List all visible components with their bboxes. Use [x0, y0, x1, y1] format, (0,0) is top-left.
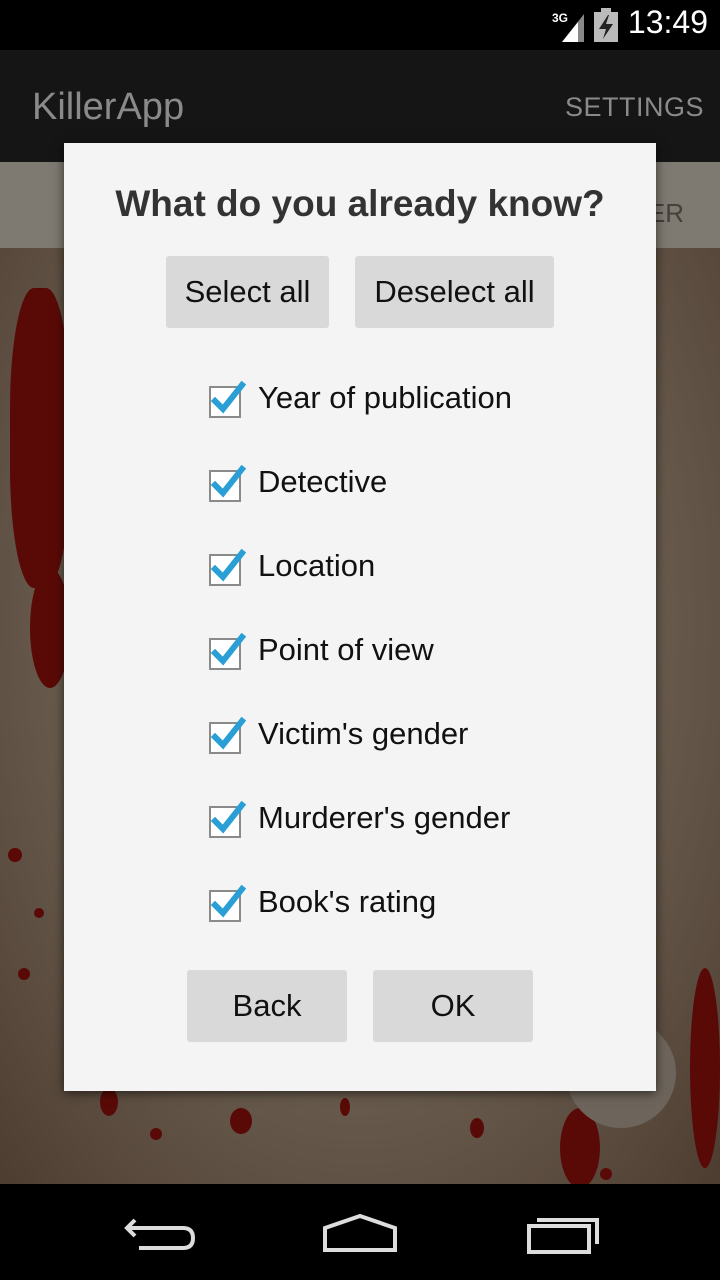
- option-row[interactable]: Point of view: [208, 620, 434, 680]
- recents-icon[interactable]: [507, 1202, 617, 1262]
- clock: 13:49: [627, 4, 708, 40]
- select-all-button[interactable]: Select all: [166, 256, 329, 328]
- status-bar: 3G 13:49: [0, 0, 720, 50]
- checkbox[interactable]: [208, 380, 247, 418]
- signal-icon: 3G: [552, 11, 584, 42]
- checkmark-icon: [209, 632, 247, 670]
- option-label: Victim's gender: [258, 716, 469, 751]
- checkmark-icon: [209, 716, 247, 754]
- checkbox[interactable]: [208, 464, 247, 502]
- checkbox[interactable]: [208, 716, 247, 754]
- option-row[interactable]: Year of publication: [208, 368, 512, 428]
- checkbox[interactable]: [208, 632, 247, 670]
- back-button[interactable]: Back: [187, 970, 347, 1042]
- battery-charging-icon: [594, 8, 618, 42]
- checkmark-icon: [209, 800, 247, 838]
- option-row[interactable]: Murderer's gender: [208, 788, 510, 848]
- option-label: Murderer's gender: [258, 800, 511, 835]
- option-label: Point of view: [258, 632, 434, 667]
- settings-button[interactable]: SETTINGS: [565, 92, 704, 123]
- home-icon[interactable]: [305, 1202, 415, 1262]
- dialog-title: What do you already know?: [115, 183, 605, 224]
- checkbox[interactable]: [208, 800, 247, 838]
- checkmark-icon: [209, 380, 247, 418]
- option-label: Detective: [258, 464, 388, 499]
- navigation-bar: [0, 1184, 720, 1280]
- deselect-all-button[interactable]: Deselect all: [355, 256, 554, 328]
- network-type-label: 3G: [552, 11, 568, 25]
- option-row[interactable]: Detective: [208, 452, 387, 512]
- back-icon[interactable]: [105, 1202, 215, 1262]
- option-label: Location: [258, 548, 376, 583]
- option-row[interactable]: Book's rating: [208, 872, 436, 932]
- checkmark-icon: [209, 464, 247, 502]
- checkmark-icon: [209, 884, 247, 922]
- option-row[interactable]: Location: [208, 536, 375, 596]
- option-label: Year of publication: [258, 380, 512, 415]
- checkbox[interactable]: [208, 548, 247, 586]
- ok-button[interactable]: OK: [373, 970, 533, 1042]
- checkmark-icon: [209, 548, 247, 586]
- checkbox[interactable]: [208, 884, 247, 922]
- option-label: Book's rating: [258, 884, 437, 919]
- option-row[interactable]: Victim's gender: [208, 704, 468, 764]
- what-do-you-know-dialog: What do you already know? Select all Des…: [64, 143, 656, 1091]
- app-title: KillerApp: [32, 86, 185, 128]
